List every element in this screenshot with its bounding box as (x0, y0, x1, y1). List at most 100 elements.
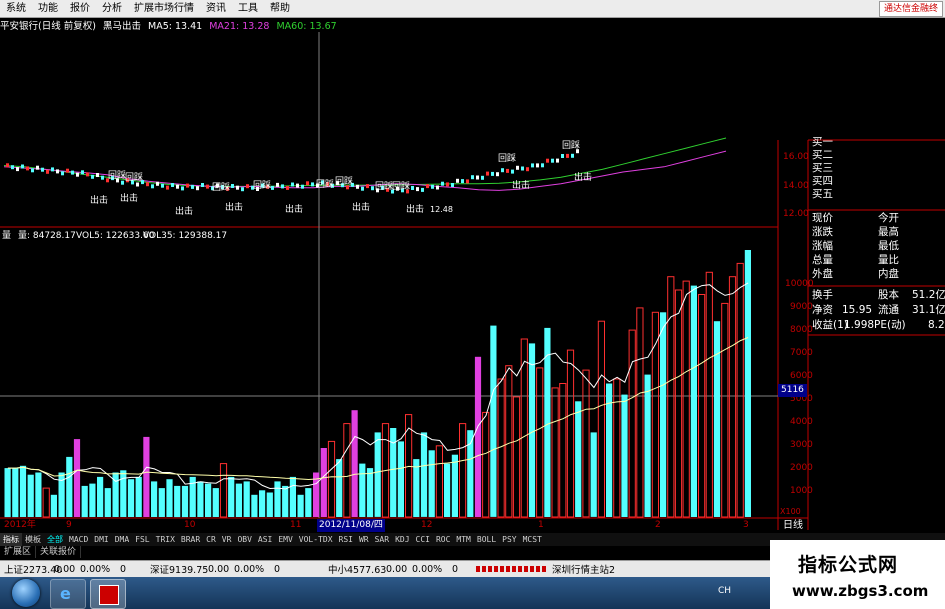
price-candle (101, 175, 104, 180)
tab-dma[interactable]: DMA (112, 533, 132, 546)
signal-huidang: 回踩 (335, 177, 354, 187)
sh-index[interactable]: 上证2273.40 (4, 562, 62, 576)
tab-template[interactable]: 模板 (22, 533, 44, 546)
date-tick: 2 (655, 520, 661, 530)
signal-chuji: 出击 (512, 181, 531, 191)
quote-label: 量比 (878, 254, 899, 266)
tab-extended-area[interactable]: 扩展区 (0, 546, 37, 558)
period-label[interactable]: 日线 (783, 519, 803, 532)
volume-bar (266, 492, 273, 517)
price-candle (171, 183, 174, 187)
price-candle (71, 170, 74, 175)
volume-bar (490, 325, 497, 517)
vol-tick: 9000 (790, 302, 813, 312)
vol-tick: 1000 (790, 486, 813, 496)
tab-dmi[interactable]: DMI (91, 533, 111, 546)
tab-related-quotes[interactable]: 关联报价 (36, 546, 82, 558)
volume-bar (228, 476, 235, 517)
volume-bar (682, 280, 690, 518)
volume-bar (35, 472, 42, 517)
price-candle (516, 165, 519, 170)
stat-label: 流通 (878, 304, 899, 316)
tab-mcst[interactable]: MCST (520, 533, 545, 546)
tab-all[interactable]: 全部 (44, 533, 66, 546)
volume-bar (120, 470, 127, 517)
signal-huidang: 回踩 (562, 141, 581, 151)
tab-sar[interactable]: SAR (372, 533, 392, 546)
volume-bar (243, 481, 250, 517)
price-candle (176, 184, 179, 189)
vol-tick: 8000 (790, 325, 813, 335)
volume-bar (397, 441, 404, 518)
tab-trix[interactable]: TRIX (153, 533, 178, 546)
price-candle (286, 185, 289, 190)
tab-rsi[interactable]: RSI (336, 533, 356, 546)
price-candle (231, 184, 234, 188)
tab-macd[interactable]: MACD (66, 533, 91, 546)
ie-taskbar-button[interactable]: e (50, 579, 86, 609)
extra-tabs: 扩展区 关联报价 (0, 546, 82, 558)
buy-level-2: 买二 (812, 149, 833, 161)
tab-cr[interactable]: CR (203, 533, 219, 546)
buy-level-3: 买三 (812, 162, 833, 174)
tab-vr[interactable]: VR (219, 533, 235, 546)
volume-bar (667, 276, 675, 518)
volume-bar (575, 401, 582, 517)
volume-bar (366, 468, 374, 518)
tab-indicator[interactable]: 指标 (0, 533, 22, 546)
tab-emv[interactable]: EMV (275, 533, 295, 546)
price-candle (496, 172, 499, 177)
tab-obv[interactable]: OBV (234, 533, 254, 546)
language-flag[interactable]: CH (718, 586, 731, 596)
tab-roc[interactable]: ROC (433, 533, 453, 546)
tab-asi[interactable]: ASI (255, 533, 275, 546)
volume-bar (505, 365, 513, 518)
price-candle (96, 173, 99, 177)
volume-bar (644, 374, 651, 517)
tab-fsl[interactable]: FSL (132, 533, 152, 546)
price-candle (476, 175, 479, 180)
price-candle (311, 182, 314, 187)
sh-volume: 0 (120, 563, 127, 575)
tab-brar[interactable]: BRAR (178, 533, 203, 546)
start-button[interactable] (12, 579, 40, 607)
volume-bar (405, 414, 413, 518)
price-candle (481, 175, 484, 180)
volume-bar (19, 465, 27, 517)
tab-cci[interactable]: CCI (413, 533, 433, 546)
price-candle (361, 186, 364, 191)
volume-bar (590, 432, 597, 517)
vol-tick: 3000 (790, 440, 813, 450)
sz-index[interactable]: 深证9139.75 (150, 562, 208, 576)
volume-bar (212, 488, 219, 517)
volume-bar (27, 474, 34, 517)
tab-boll[interactable]: BOLL (474, 533, 499, 546)
signal-huidang: 回踩 (212, 183, 231, 193)
tab-vol-tdx[interactable]: VOL-TDX (296, 533, 336, 546)
tab-psy[interactable]: PSY (499, 533, 519, 546)
vol-tick: 10000 (785, 279, 814, 289)
app-taskbar-button[interactable] (90, 579, 126, 609)
sz-percent: 0.00% (234, 563, 265, 575)
volume-bar (474, 356, 482, 517)
zx-index[interactable]: 中小4577.63 (328, 562, 386, 576)
tab-wr[interactable]: WR (356, 533, 372, 546)
tab-kdj[interactable]: KDJ (392, 533, 412, 546)
signal-chuji: 出击 (120, 194, 139, 204)
price-candle (356, 184, 359, 189)
volume-bar (444, 463, 451, 517)
tab-mtm[interactable]: MTM (453, 533, 473, 546)
price-candle (541, 163, 544, 168)
volume-bar (374, 432, 381, 517)
volume-bar (435, 445, 443, 518)
volume-bar (582, 369, 590, 518)
vol-tick: 6000 (790, 371, 813, 381)
volume-bar (690, 285, 697, 517)
signal-huidang: 回踩 (392, 182, 411, 192)
price-tick-14: 14.00 (783, 181, 809, 191)
station-name[interactable]: 深圳行情主站2 (552, 562, 615, 576)
volume-bar (721, 302, 729, 518)
price-candle (446, 182, 449, 187)
date-tick: 11 (290, 520, 302, 530)
price-candle (281, 184, 284, 189)
